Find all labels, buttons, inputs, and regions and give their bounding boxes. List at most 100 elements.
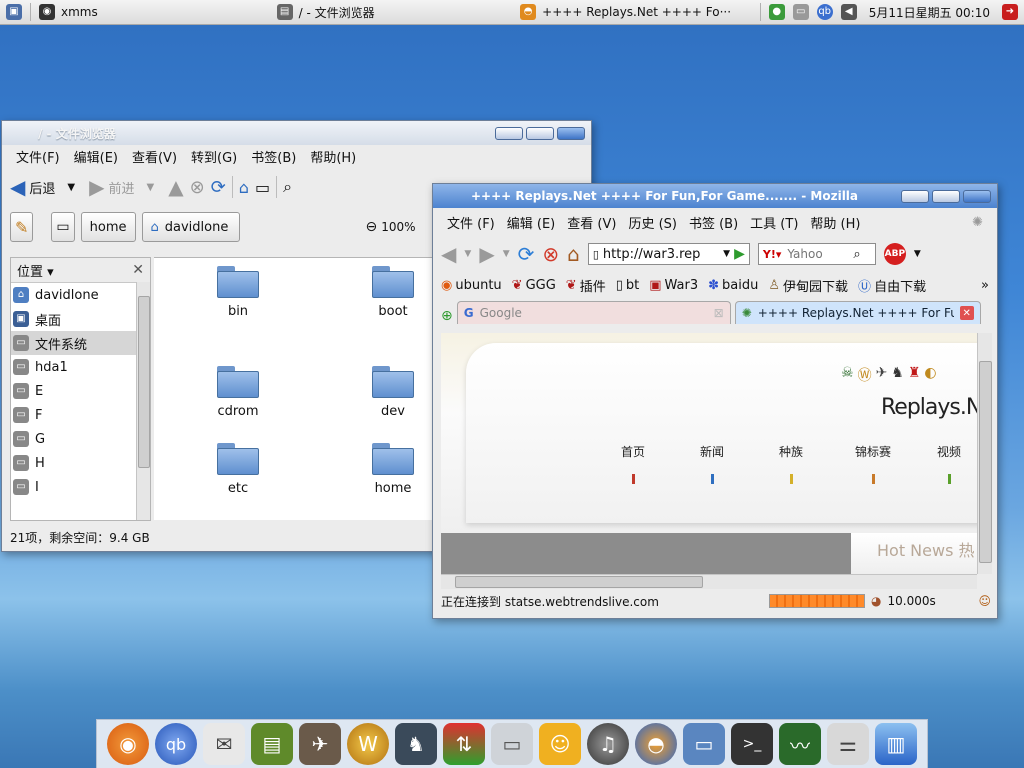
menu-bookmarks[interactable]: 书签(B) [251,147,296,166]
close-tab-icon[interactable]: ⊠ [714,306,724,320]
adblock-icon[interactable]: ABP [883,243,906,265]
maximize-button[interactable] [526,126,554,140]
stop-icon[interactable]: ⊗ [190,177,205,198]
chevron-down-icon[interactable]: ▼ [723,249,730,259]
taskbar-xmms[interactable]: ◉ xmms [33,0,271,24]
menu-bookmarks[interactable]: 书签 (B) [689,213,738,232]
site-nav-video[interactable]: 视频 [929,443,969,484]
yahoo-icon[interactable]: Y!▾ [763,248,782,261]
close-icon[interactable]: ✕ [132,262,144,278]
network-icon[interactable]: ● [768,4,785,20]
forward-arrow-icon[interactable]: ▶ [479,242,494,266]
zoom-level[interactable]: 100% [381,220,415,234]
sidebar-item-hda1[interactable]: ▭ hda1 [11,355,150,379]
scrollbar-thumb[interactable] [138,296,150,468]
path-root-button[interactable]: ▭ [51,212,75,242]
file-browser-titlebar[interactable]: / - 文件浏览器 [2,121,591,145]
counter-strike-icon[interactable]: ♞ [891,365,904,385]
close-tab-icon[interactable]: ✕ [959,306,974,320]
file-item-etc[interactable]: etc [193,443,283,496]
menu-file[interactable]: 文件 (F) [447,213,495,232]
wow-icon[interactable]: Ⓦ [858,365,872,385]
go-arrow-icon[interactable]: ▶ [734,246,745,262]
bookmark-ggg[interactable]: ❦ GGG [512,278,556,293]
monkey-icon[interactable]: ☺ [978,594,991,608]
search-box[interactable]: Y!▾ ⌕ [757,243,876,265]
content-vertical-scrollbar[interactable] [977,333,992,574]
bookmark-war3[interactable]: ▣ War3 [649,278,698,293]
toggle-location-button[interactable]: ✎ [10,212,34,242]
qbittorrent-icon[interactable]: qb [155,723,197,765]
tv-icon[interactable]: ▭ [491,723,533,765]
sidebar-item-e[interactable]: ▭ E [11,379,150,403]
minimize-button[interactable] [901,189,929,203]
site-nav-home[interactable]: 首页 [613,443,653,484]
search-icon[interactable]: ⌕ [283,177,292,197]
content-horizontal-scrollbar[interactable] [441,574,977,589]
back-arrow-icon[interactable]: ◀ [441,242,456,266]
monitor-icon[interactable]: ▭ [683,723,725,765]
mario-icon[interactable]: ♜ [908,365,921,385]
game-icon[interactable]: ◐ [924,365,936,385]
site-logo[interactable]: Replays.Ne [881,395,977,420]
file-item-home[interactable]: home [348,443,438,496]
menu-help[interactable]: 帮助(H) [310,147,356,166]
reload-icon[interactable]: ⟳ [518,242,535,266]
chevron-down-icon[interactable]: ▼ [503,249,510,259]
search-icon[interactable]: ⌕ [853,247,860,262]
menu-view[interactable]: 查看(V) [132,147,177,166]
reload-icon[interactable]: ⟳ [211,177,226,198]
bookmark-baidu[interactable]: ✽ baidu [708,278,758,293]
menu-file[interactable]: 文件(F) [16,147,60,166]
qbittorrent-tray-icon[interactable]: qb [816,4,833,20]
bookmark-plugins[interactable]: ❦ 插件 [566,276,606,295]
taskbar-browser[interactable]: ◓ ++++ Replays.Net ++++ Fo··· [514,0,758,24]
stop-icon[interactable]: ⊗ [542,242,559,266]
menu-help[interactable]: 帮助 (H) [810,213,860,232]
bookmark-eden[interactable]: ♙ 伊甸园下载 [768,276,848,295]
sidebar-title[interactable]: 位置 ▾ [17,261,54,280]
sidebar-item-h[interactable]: ▭ H [11,451,150,475]
more-bookmarks-icon[interactable]: » [981,278,989,293]
messenger-icon[interactable]: ☺ [539,723,581,765]
url-bar[interactable]: ▯ http://war3.rep ▼ ▶ [587,243,750,265]
site-nav-tournament[interactable]: 锦标赛 [853,443,893,484]
show-desktop-button[interactable]: ▣ [0,0,28,24]
browser-titlebar[interactable]: ++++ Replays.Net ++++ For Fun,For Game..… [433,184,997,208]
file-item-dev[interactable]: dev [348,366,438,419]
book-icon[interactable]: ▤ [251,723,293,765]
chevron-down-icon[interactable]: ▼ [147,182,155,193]
zoom-out-icon[interactable]: ⊖ [366,219,378,235]
wow-icon[interactable]: W [347,723,389,765]
new-tab-icon[interactable]: ⊕ [441,308,453,324]
close-button[interactable] [963,189,991,203]
file-item-boot[interactable]: boot [348,266,438,319]
back-button[interactable]: ◀ 后退 ▼ [10,175,75,199]
chevron-down-icon[interactable]: ▼ [67,182,75,193]
system-monitor-icon[interactable]: 〰 [779,723,821,765]
path-davidlone-button[interactable]: ⌂ davidlone [141,212,240,242]
up-arrow-icon[interactable]: ▲ [168,175,183,199]
forward-button[interactable]: ▶ 前进 ▼ [89,175,154,199]
menu-edit[interactable]: 编辑(E) [74,147,118,166]
sidebar-scrollbar[interactable] [136,282,150,520]
tab-replays[interactable]: ✺ ++++ Replays.Net ++++ For Fun,… ✕ [734,301,981,324]
file-item-cdrom[interactable]: cdrom [193,366,283,419]
starcraft-icon[interactable]: ✈ [299,723,341,765]
starcraft-icon[interactable]: ✈ [876,365,888,385]
scrollbar-thumb[interactable] [455,576,703,588]
counter-strike-icon[interactable]: ♞ [395,723,437,765]
home-folder-icon[interactable]: ⌂ [239,178,249,197]
file-item-bin[interactable]: bin [193,266,283,319]
maximize-button[interactable] [932,189,960,203]
sidebar-item-desktop[interactable]: ▣ 桌面 [11,307,150,331]
path-home-button[interactable]: home [80,212,136,242]
close-button[interactable] [557,126,585,140]
bookmark-free-download[interactable]: Ⓤ 自由下载 [858,276,926,295]
chevron-down-icon[interactable]: ▼ [914,249,921,259]
taskbar-file-browser[interactable]: ▤ / - 文件浏览器 [271,0,515,24]
sync-arrows-icon[interactable]: ⇅ [443,723,485,765]
terminal-icon[interactable]: >_ [731,723,773,765]
firefox-icon[interactable]: ◓ [635,723,677,765]
printer-icon[interactable]: ▭ [792,4,809,20]
